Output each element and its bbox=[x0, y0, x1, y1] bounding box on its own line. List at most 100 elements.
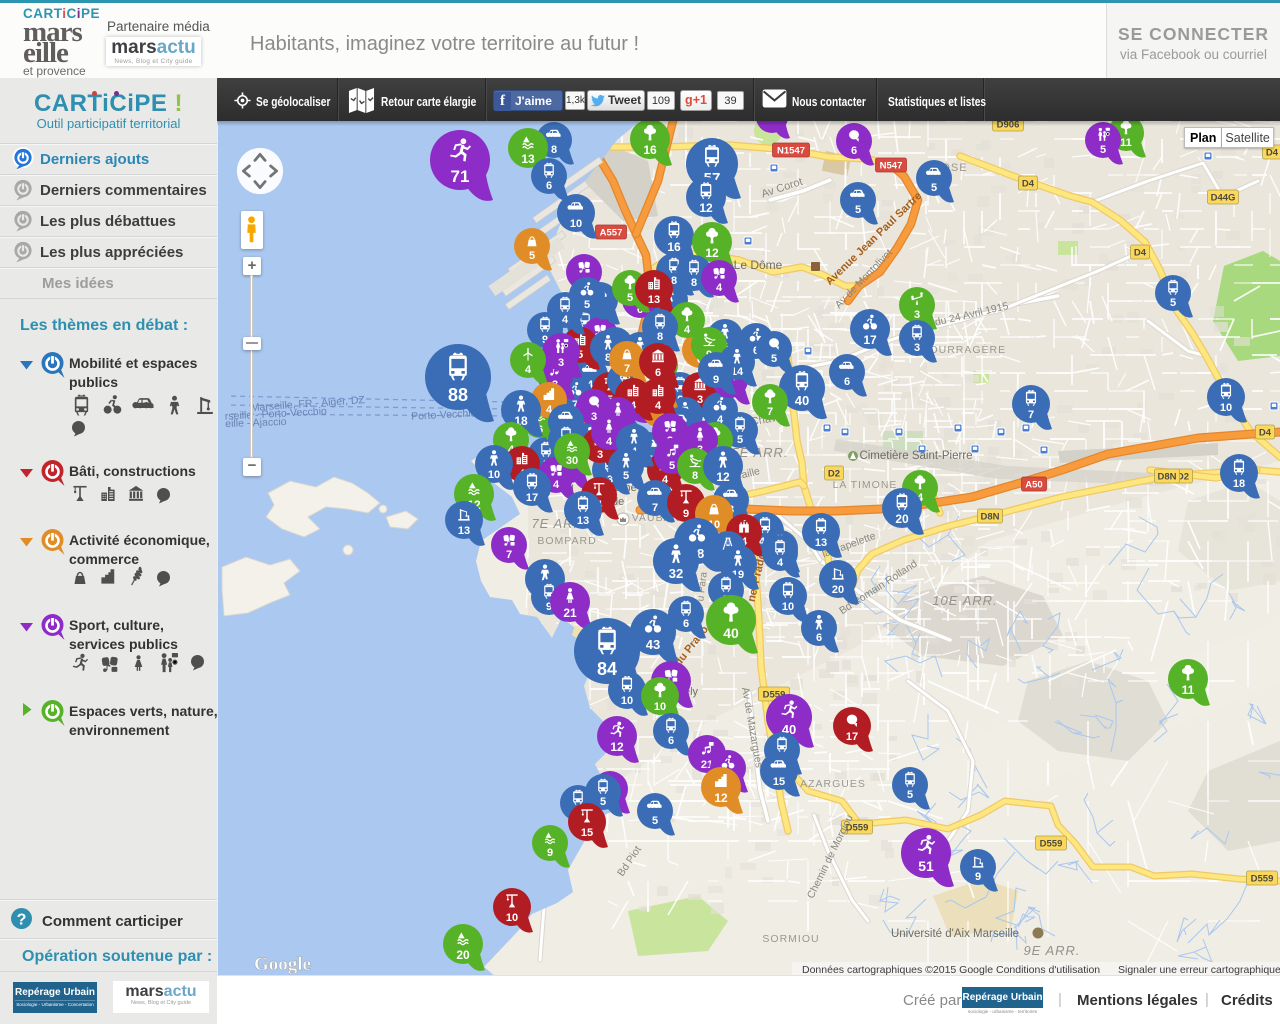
svg-text:4: 4 bbox=[606, 436, 613, 448]
svg-text:3: 3 bbox=[597, 449, 603, 461]
svg-text:6: 6 bbox=[655, 367, 661, 379]
svg-text:13: 13 bbox=[648, 294, 660, 306]
svg-text:10: 10 bbox=[654, 701, 666, 713]
svg-text:18: 18 bbox=[1233, 478, 1245, 490]
svg-text:30: 30 bbox=[566, 455, 578, 467]
svg-text:10: 10 bbox=[488, 469, 500, 481]
svg-text:9: 9 bbox=[683, 508, 689, 520]
svg-text:51: 51 bbox=[918, 858, 934, 874]
svg-text:D4: D4 bbox=[1022, 179, 1035, 190]
svg-text:12: 12 bbox=[699, 201, 713, 215]
svg-text:12: 12 bbox=[714, 791, 728, 805]
svg-text:5: 5 bbox=[600, 796, 606, 808]
svg-text:8: 8 bbox=[657, 331, 663, 343]
svg-text:13: 13 bbox=[521, 152, 535, 166]
svg-text:9: 9 bbox=[547, 847, 553, 859]
svg-text:7: 7 bbox=[624, 363, 630, 375]
svg-text:3: 3 bbox=[914, 309, 920, 321]
svg-text:6: 6 bbox=[851, 145, 857, 157]
svg-text:D559: D559 bbox=[1040, 839, 1063, 850]
svg-text:21: 21 bbox=[563, 606, 577, 620]
svg-text:D2: D2 bbox=[828, 469, 840, 480]
svg-text:6: 6 bbox=[683, 618, 689, 630]
svg-text:7: 7 bbox=[767, 406, 773, 418]
svg-text:12: 12 bbox=[716, 470, 730, 484]
svg-text:20: 20 bbox=[895, 512, 909, 526]
svg-text:4: 4 bbox=[562, 314, 569, 326]
svg-text:20: 20 bbox=[456, 948, 470, 962]
svg-text:88: 88 bbox=[448, 385, 468, 405]
svg-text:5: 5 bbox=[584, 299, 590, 311]
svg-text:4: 4 bbox=[525, 364, 532, 376]
svg-text:D44G: D44G bbox=[1211, 193, 1236, 204]
svg-text:6: 6 bbox=[844, 376, 850, 388]
svg-text:?: ? bbox=[17, 912, 27, 929]
svg-text:13: 13 bbox=[815, 537, 827, 549]
svg-text:20: 20 bbox=[832, 584, 844, 596]
svg-text:Google: Google bbox=[254, 954, 311, 975]
svg-text:4: 4 bbox=[684, 324, 691, 336]
svg-text:16: 16 bbox=[643, 143, 657, 157]
svg-text:10: 10 bbox=[506, 912, 518, 924]
svg-text:5: 5 bbox=[623, 470, 629, 482]
svg-text:D4: D4 bbox=[1259, 428, 1272, 439]
svg-text:40: 40 bbox=[795, 393, 809, 408]
svg-text:7: 7 bbox=[1028, 409, 1034, 421]
svg-text:5: 5 bbox=[737, 434, 743, 446]
svg-text:3: 3 bbox=[914, 342, 920, 354]
svg-text:17: 17 bbox=[526, 492, 538, 504]
svg-text:8: 8 bbox=[691, 277, 697, 289]
svg-text:5: 5 bbox=[855, 204, 861, 216]
svg-text:12: 12 bbox=[610, 740, 624, 754]
svg-text:43: 43 bbox=[646, 637, 660, 652]
svg-text:LA TIMONE: LA TIMONE bbox=[833, 479, 898, 491]
svg-text:N1547: N1547 bbox=[777, 146, 805, 157]
svg-text:5: 5 bbox=[1170, 297, 1176, 309]
svg-text:10: 10 bbox=[621, 695, 633, 707]
svg-text:11: 11 bbox=[1182, 683, 1195, 697]
svg-text:11: 11 bbox=[1120, 137, 1132, 149]
svg-text:5: 5 bbox=[907, 789, 913, 801]
svg-text:4: 4 bbox=[553, 479, 560, 491]
svg-text:N547: N547 bbox=[880, 161, 903, 172]
svg-text:4: 4 bbox=[777, 557, 784, 569]
svg-text:A557: A557 bbox=[600, 228, 623, 239]
svg-text:5: 5 bbox=[529, 250, 535, 262]
svg-text:Cimetière Saint-Pierre: Cimetière Saint-Pierre bbox=[859, 450, 972, 462]
svg-text:16: 16 bbox=[667, 240, 681, 254]
svg-text:40: 40 bbox=[723, 625, 739, 641]
svg-text:32: 32 bbox=[669, 566, 683, 581]
svg-text:SORMIOU: SORMIOU bbox=[762, 933, 819, 945]
svg-text:17: 17 bbox=[863, 333, 877, 347]
svg-text:7: 7 bbox=[652, 502, 658, 514]
svg-text:84: 84 bbox=[597, 659, 617, 679]
svg-text:9: 9 bbox=[713, 374, 719, 386]
svg-text:5: 5 bbox=[771, 353, 777, 365]
svg-text:7: 7 bbox=[506, 549, 512, 561]
svg-text:D8N: D8N bbox=[1157, 472, 1176, 483]
svg-text:D4: D4 bbox=[1266, 148, 1279, 159]
svg-text:6: 6 bbox=[546, 180, 552, 192]
svg-text:5: 5 bbox=[931, 182, 937, 194]
svg-text:Université d'Aix Marseille: Université d'Aix Marseille bbox=[891, 928, 1019, 940]
svg-text:10E ARR.: 10E ARR. bbox=[932, 593, 997, 608]
svg-text:eille - Ajaccio: eille - Ajaccio bbox=[225, 416, 287, 430]
svg-text:5: 5 bbox=[627, 292, 633, 304]
svg-text:5: 5 bbox=[652, 815, 658, 827]
svg-text:D559: D559 bbox=[1251, 874, 1274, 885]
svg-text:D4: D4 bbox=[1134, 248, 1147, 259]
svg-text:6: 6 bbox=[816, 632, 822, 644]
svg-text:A50: A50 bbox=[1025, 480, 1042, 491]
svg-text:71: 71 bbox=[451, 167, 470, 186]
svg-text:10: 10 bbox=[1220, 402, 1232, 414]
svg-text:15: 15 bbox=[581, 827, 593, 839]
svg-text:17: 17 bbox=[846, 731, 858, 743]
svg-text:BOMPARD: BOMPARD bbox=[537, 535, 596, 547]
svg-text:13: 13 bbox=[458, 525, 470, 537]
svg-text:D8N: D8N bbox=[980, 512, 999, 523]
svg-text:5: 5 bbox=[1100, 144, 1106, 156]
svg-text:10: 10 bbox=[570, 218, 582, 230]
svg-text:Le Dôme: Le Dôme bbox=[734, 258, 783, 272]
svg-text:10: 10 bbox=[782, 601, 794, 613]
svg-text:3: 3 bbox=[558, 357, 564, 369]
